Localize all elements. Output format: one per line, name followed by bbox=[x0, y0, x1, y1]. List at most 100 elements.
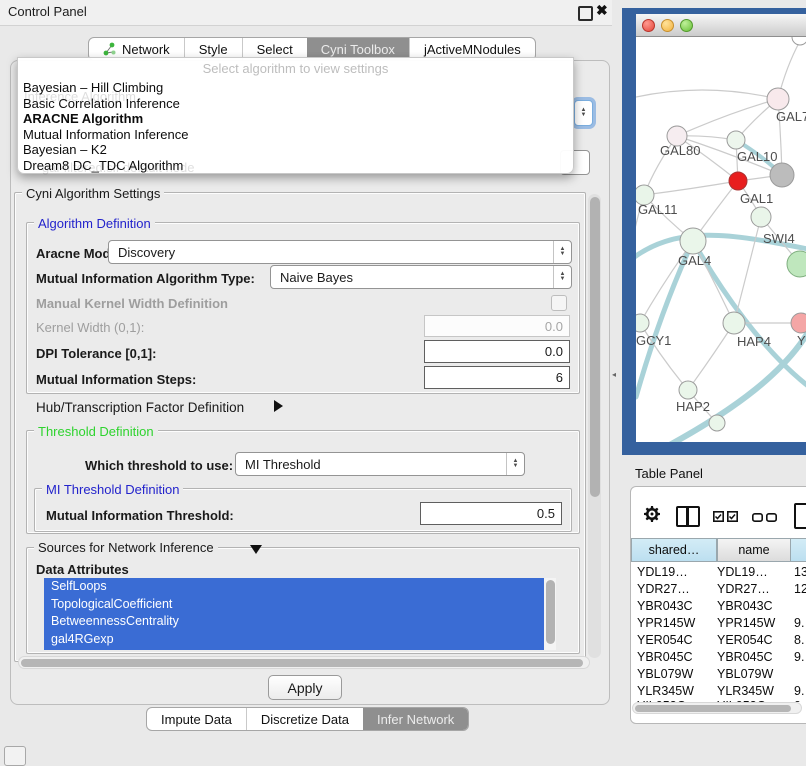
tab-discretize-data[interactable]: Discretize Data bbox=[246, 708, 363, 730]
algorithm-option-selected[interactable]: ARACNE Algorithm bbox=[23, 111, 143, 126]
mi-steps-input[interactable]: 6 bbox=[424, 366, 570, 389]
network-node-salmon[interactable] bbox=[791, 313, 806, 333]
network-node-gal10[interactable] bbox=[727, 131, 745, 149]
splitter-handle[interactable]: ◂ bbox=[612, 370, 616, 379]
table-cell[interactable]: YDR27… bbox=[717, 582, 770, 596]
attributes-scrollbar-thumb[interactable] bbox=[546, 580, 555, 644]
algorithm-option[interactable]: Bayesian – K2 bbox=[23, 142, 107, 157]
table-hscrollbar-track[interactable] bbox=[632, 702, 802, 714]
attribute-item-selected[interactable]: SelfLoops bbox=[44, 578, 544, 596]
table-cell[interactable]: 12 bbox=[794, 582, 806, 596]
gear-icon[interactable] bbox=[643, 505, 661, 528]
table-cell[interactable]: YER054C bbox=[637, 633, 693, 647]
close-traffic-light-icon[interactable] bbox=[642, 19, 655, 32]
network-node-hap4[interactable] bbox=[723, 312, 745, 334]
zoom-traffic-light-icon[interactable] bbox=[680, 19, 693, 32]
network-icon bbox=[103, 42, 116, 56]
mi-type-label: Mutual Information Algorithm Type: bbox=[36, 271, 255, 286]
table-cell[interactable]: YBR045C bbox=[717, 650, 773, 664]
network-node-gal1-selected[interactable] bbox=[729, 172, 747, 190]
expand-right-icon[interactable] bbox=[274, 400, 283, 412]
kernel-width-label: Kernel Width (0,1): bbox=[36, 320, 144, 335]
float-window-icon[interactable] bbox=[578, 6, 593, 21]
settings-hscrollbar-track[interactable] bbox=[18, 656, 590, 669]
dpi-tolerance-label: DPI Tolerance [0,1]: bbox=[36, 346, 156, 361]
manual-kernel-label: Manual Kernel Width Definition bbox=[36, 296, 228, 311]
network-node-gray[interactable] bbox=[770, 163, 794, 187]
mi-threshold-input[interactable]: 0.5 bbox=[420, 502, 562, 525]
inference-algorithm-combo-stepper[interactable]: ▲ ▼ bbox=[574, 100, 593, 126]
column-header-shared-name[interactable]: shared… bbox=[631, 538, 717, 562]
column-header-partial[interactable] bbox=[791, 538, 806, 562]
node-label: HAP2 bbox=[676, 399, 710, 414]
table-cell[interactable]: YLR345W bbox=[717, 684, 774, 698]
table-cell[interactable]: YPR145W bbox=[637, 616, 695, 630]
select-all-columns-icon[interactable] bbox=[713, 511, 738, 522]
table-cell[interactable]: YPR145W bbox=[717, 616, 775, 630]
attribute-item-selected[interactable]: gal4RGexp bbox=[44, 631, 544, 649]
settings-scrollbar-thumb[interactable] bbox=[590, 197, 600, 497]
table-body[interactable]: YDL19… YDL19… 13 YDR27… YDR27… 12 YBR043… bbox=[631, 563, 806, 702]
table-cell[interactable]: YBR043C bbox=[637, 599, 693, 613]
table-hscrollbar-thumb[interactable] bbox=[635, 705, 791, 712]
manual-kernel-checkbox[interactable] bbox=[551, 295, 567, 311]
split-view-icon[interactable] bbox=[676, 506, 700, 527]
table-cell[interactable]: 8. bbox=[794, 633, 804, 647]
network-node-hap2[interactable] bbox=[679, 381, 697, 399]
data-attributes-list[interactable]: SelfLoops TopologicalCoefficient Between… bbox=[44, 578, 544, 650]
aracne-mode-combo[interactable]: Discovery ▲▼ bbox=[108, 240, 572, 264]
network-node-green[interactable] bbox=[787, 251, 806, 277]
stepper-icon: ▲▼ bbox=[553, 241, 571, 263]
which-threshold-combo[interactable]: MI Threshold ▲▼ bbox=[235, 452, 525, 476]
attribute-item-selected[interactable]: TopologicalCoefficient bbox=[44, 596, 544, 614]
table-cell[interactable]: YDL19… bbox=[637, 565, 688, 579]
tab-infer-network[interactable]: Infer Network bbox=[363, 708, 468, 730]
table-cell[interactable]: 9. bbox=[794, 650, 804, 664]
panel-corner-button[interactable] bbox=[4, 746, 26, 766]
node-label: HAP4 bbox=[737, 334, 771, 349]
deselect-all-columns-icon[interactable] bbox=[752, 513, 777, 522]
table-panel-title: Table Panel bbox=[635, 466, 703, 481]
network-node-gal4[interactable] bbox=[680, 228, 706, 254]
new-table-icon[interactable] bbox=[794, 503, 806, 529]
column-header-name[interactable]: name bbox=[717, 538, 791, 562]
tab-impute-data[interactable]: Impute Data bbox=[147, 708, 246, 730]
mi-type-value: Naive Bayes bbox=[280, 270, 353, 285]
table-cell[interactable]: 9. bbox=[794, 684, 804, 698]
table-cell[interactable]: YBR045C bbox=[637, 650, 693, 664]
stepper-icon: ▲▼ bbox=[553, 266, 571, 288]
network-node[interactable] bbox=[792, 37, 806, 45]
kernel-width-input[interactable]: 0.0 bbox=[424, 315, 570, 337]
settings-hscrollbar-thumb[interactable] bbox=[21, 659, 583, 667]
network-node-swi4[interactable] bbox=[751, 207, 771, 227]
cyni-algorithm-settings-title: Cyni Algorithm Settings bbox=[22, 186, 164, 201]
apply-button[interactable]: Apply bbox=[268, 675, 342, 700]
network-view-canvas[interactable]: GAL7 GAL80 GAL10 GAL1 GAL11 SWI4 GAL4 GC… bbox=[636, 37, 806, 442]
attributes-scrollbar-track[interactable] bbox=[544, 578, 556, 650]
attribute-item-selected[interactable]: BetweennessCentrality bbox=[44, 613, 544, 631]
minimize-traffic-light-icon[interactable] bbox=[661, 19, 674, 32]
network-window-titlebar[interactable] bbox=[636, 14, 806, 37]
table-cell[interactable]: YDL19… bbox=[717, 565, 768, 579]
network-graph: GAL7 GAL80 GAL10 GAL1 GAL11 SWI4 GAL4 GC… bbox=[636, 37, 806, 442]
table-cell[interactable]: 9. bbox=[794, 616, 804, 630]
network-node[interactable] bbox=[709, 415, 725, 431]
table-cell[interactable]: YBL079W bbox=[637, 667, 693, 681]
table-cell[interactable]: YBL079W bbox=[717, 667, 773, 681]
table-cell[interactable]: YDR27… bbox=[637, 582, 690, 596]
collapse-down-icon[interactable] bbox=[250, 545, 262, 554]
threshold-definition-title: Threshold Definition bbox=[34, 424, 158, 439]
settings-scrollbar-track[interactable] bbox=[588, 194, 601, 658]
table-cell[interactable]: 13 bbox=[794, 565, 806, 579]
close-icon[interactable]: ✖ bbox=[596, 2, 608, 19]
table-cell[interactable]: YBR043C bbox=[717, 599, 773, 613]
mi-steps-label: Mutual Information Steps: bbox=[36, 372, 196, 387]
table-cell[interactable]: YLR345W bbox=[637, 684, 694, 698]
algorithm-option[interactable]: Mutual Information Inference bbox=[23, 127, 188, 142]
node-label: GAL80 bbox=[660, 143, 700, 158]
mi-type-combo[interactable]: Naive Bayes ▲▼ bbox=[270, 265, 572, 289]
network-node-gcy1[interactable] bbox=[636, 314, 649, 332]
network-node-gal7[interactable] bbox=[767, 88, 789, 110]
table-cell[interactable]: YER054C bbox=[717, 633, 773, 647]
dpi-tolerance-input[interactable]: 0.0 bbox=[424, 340, 570, 363]
